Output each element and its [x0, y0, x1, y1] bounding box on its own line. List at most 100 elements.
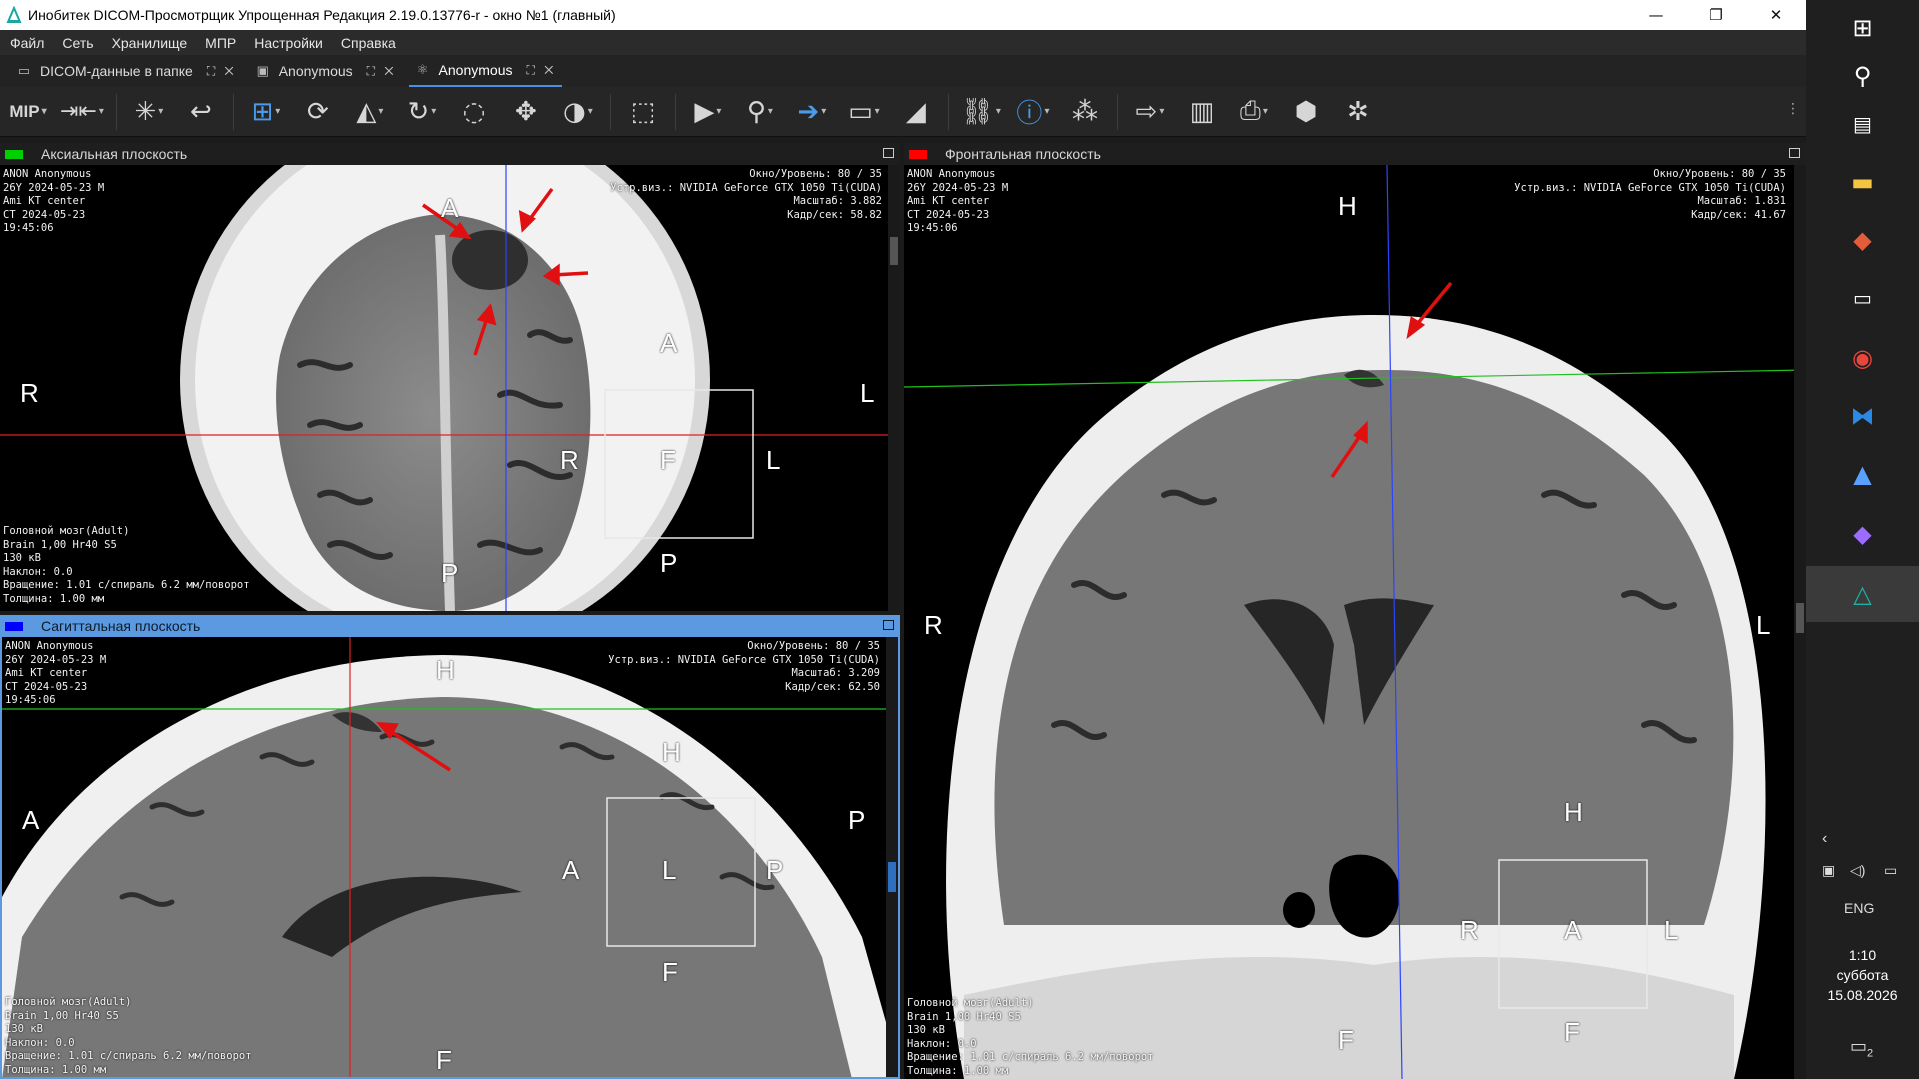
coronal-cube-center: A [1564, 915, 1582, 945]
ruler-button[interactable]: ▭ ▾ [844, 90, 884, 134]
axial-scrollbar[interactable] [888, 165, 900, 611]
search-icon: ⚲ [1853, 62, 1872, 90]
sagittal-view-info: Окно/Уровень: 80 / 35 Устр.виз.: NVIDIA … [608, 640, 880, 693]
slab-thickness-button[interactable]: ⇥⇤ ▾ [60, 90, 104, 134]
export-button[interactable]: ⇨ ▾ [1130, 90, 1170, 134]
sagittal-viewport-header: Сагиттальная плоскость [0, 615, 900, 637]
tab-controls[interactable]: ⛶ ✕ [367, 64, 397, 79]
menu-storage[interactable]: Хранилище [112, 35, 188, 51]
task-view-button[interactable]: ▤ [1806, 96, 1919, 152]
coronal-cube-right: L [1664, 915, 1679, 945]
marker-button[interactable]: ⚲ ▾ [740, 90, 780, 134]
volume-button[interactable]: ⬚ [623, 90, 663, 134]
probe-button[interactable]: ➔ ▾ [792, 90, 832, 134]
folder-icon: ▬ [1851, 168, 1874, 196]
sagittal-image-area[interactable]: H F A P L A P H F ANON Anonymous 26Y 202… [0, 637, 900, 1079]
tray-camera-icon[interactable]: ▣ [1822, 862, 1835, 879]
info-overlay-button[interactable]: ⓘ ▾ [1013, 90, 1053, 134]
window-level-button[interactable]: ◑ ▾ [558, 90, 598, 134]
presets-button[interactable]: ⁂ [1065, 90, 1105, 134]
notification-icon: ▭ [1850, 1036, 1868, 1056]
axial-image-area[interactable]: A P R L F R L A P ANON Anonymous 26Y 202… [0, 165, 900, 611]
curve-tool-button[interactable]: ↩ [181, 90, 221, 134]
chrome-button[interactable]: ◉ [1806, 330, 1919, 386]
git-app-button[interactable]: ◆ [1806, 212, 1919, 268]
menu-mpr[interactable]: МПР [205, 35, 236, 51]
menu-file[interactable]: Файл [10, 35, 44, 51]
print-button[interactable]: ⎙ ▾ [1234, 90, 1274, 134]
coronal-orient-bottom: F [1338, 1025, 1354, 1055]
rotate-3d-button[interactable]: ⟳ [298, 90, 338, 134]
notifications-button[interactable]: ▭2 [1850, 1036, 1873, 1060]
minimize-button[interactable]: — [1626, 0, 1686, 30]
file-explorer-button[interactable]: ▬ [1806, 154, 1919, 210]
map-pin-icon: ⚲ [746, 96, 766, 127]
close-button[interactable]: ✕ [1746, 0, 1806, 30]
axial-view-info: Окно/Уровень: 80 / 35 Устр.виз.: NVIDIA … [610, 168, 882, 221]
sagittal-cube-top: H [662, 737, 681, 767]
sagittal-orient-right: P [848, 805, 866, 835]
tab-controls[interactable]: ⛶ ✕ [207, 64, 237, 79]
tab-anonymous-study[interactable]: ▣ Anonymous ⛶ ✕ [249, 55, 403, 87]
tray-expand-icon[interactable]: ‹ [1822, 830, 1827, 848]
arc-icon: ▲ [1853, 460, 1872, 488]
tab-dicom-folder[interactable]: ▭ DICOM-данные в папке ⛶ ✕ [10, 55, 243, 87]
3d-model-button[interactable]: ⬢ [1286, 90, 1326, 134]
eraser-button[interactable]: ◢ [896, 90, 936, 134]
restore-icon: ❐ [1709, 6, 1723, 24]
cine-play-button[interactable]: ▶ ▾ [688, 90, 728, 134]
sagittal-orient-bottom: F [436, 1045, 452, 1075]
coronal-color-swatch [909, 149, 927, 159]
sagittal-viewport[interactable]: Сагиттальная плоскость H F A P L A P H F… [0, 615, 900, 1079]
menu-network[interactable]: Сеть [62, 35, 93, 51]
coronal-patient-info: ANON Anonymous 26Y 2024-05-23 M Ami KT c… [907, 168, 1009, 234]
task-view-icon: ▤ [1853, 112, 1872, 136]
sagittal-maximize-button[interactable] [883, 620, 894, 630]
language-indicator[interactable]: ENG [1844, 900, 1874, 916]
axial-cube-bottom: P [660, 548, 678, 578]
flip-button[interactable]: ◭ ▾ [350, 90, 390, 134]
mpr-icon: ⚛ [416, 62, 429, 77]
windows-logo-icon: ⊞ [1852, 14, 1873, 42]
link-button[interactable]: ⛓ ▾ [961, 90, 1001, 134]
obsidian-button[interactable]: ◆ [1806, 506, 1919, 562]
coronal-viewport-header: Фронтальная плоскость [904, 143, 1806, 165]
toolbar: MIP ▾ ⇥⇤ ▾ ✳ ▾ ↩ ⊞ ▾ ⟳ ◭ ▾ ↻ ▾ ◌ ✥ ◑ ▾ ⬚ ▶ ▾ ⚲ ▾ … [0, 87, 1806, 137]
axial-viewport[interactable]: Аксиальная плоскость A P R L F R L A P A… [0, 143, 900, 611]
arc-app-button[interactable]: ▲ [1806, 446, 1919, 502]
zoom-button[interactable]: ◌ [454, 90, 494, 134]
coronal-maximize-button[interactable] [1789, 148, 1800, 158]
coronal-viewport[interactable]: Фронтальная плоскость H F R L A R L H F … [904, 143, 1806, 1079]
tab-bar: ▭ DICOM-данные в папке ⛶ ✕ ▣ Anonymous ⛶… [0, 55, 1806, 87]
vscode-button[interactable]: ⧓ [1806, 388, 1919, 444]
tab-controls[interactable]: ⛶ ✕ [526, 63, 556, 78]
mip-mode-button[interactable]: MIP ▾ [8, 90, 48, 134]
chrome-icon: ◉ [1852, 344, 1873, 372]
axial-cube-left: R [560, 445, 579, 475]
plugin-button[interactable]: ✲ [1338, 90, 1378, 134]
crosshair-tool-button[interactable]: ✳ ▾ [129, 90, 169, 134]
dicom-viewer-taskbar-button[interactable]: △ [1806, 566, 1919, 622]
system-clock[interactable]: 1:10 суббота 15.08.2026 [1806, 945, 1919, 1005]
axial-maximize-button[interactable] [883, 148, 894, 158]
volume-icon[interactable]: ◁) [1850, 862, 1865, 879]
toolbar-more-icon[interactable]: ⋮ [1786, 101, 1800, 117]
layout-button[interactable]: ⊞ ▾ [246, 90, 286, 134]
menu-settings[interactable]: Настройки [254, 35, 323, 51]
coronal-title: Фронтальная плоскость [945, 146, 1101, 162]
sagittal-cube-left: A [562, 855, 580, 885]
tab-anonymous-mpr[interactable]: ⚛ Anonymous ⛶ ✕ [408, 55, 563, 87]
crosshair-icon: ✳ [134, 96, 157, 127]
plugin-icon: ✲ [1347, 96, 1369, 127]
restore-button[interactable]: ❐ [1686, 0, 1746, 30]
terminal-button[interactable]: ▭ [1806, 270, 1919, 326]
network-icon[interactable]: ▭ [1884, 862, 1897, 879]
pan-button[interactable]: ✥ [506, 90, 546, 134]
coronal-image-area[interactable]: H F R L A R L H F ANON Anonymous 26Y 202… [904, 165, 1806, 1079]
series-strip-button[interactable]: ▥ [1182, 90, 1222, 134]
menu-help[interactable]: Справка [341, 35, 396, 51]
rotate-button[interactable]: ↻ ▾ [402, 90, 442, 134]
sagittal-scrollbar[interactable] [886, 637, 898, 1077]
coronal-scrollbar[interactable] [1794, 165, 1806, 1079]
sagittal-cube-center: L [662, 855, 677, 885]
